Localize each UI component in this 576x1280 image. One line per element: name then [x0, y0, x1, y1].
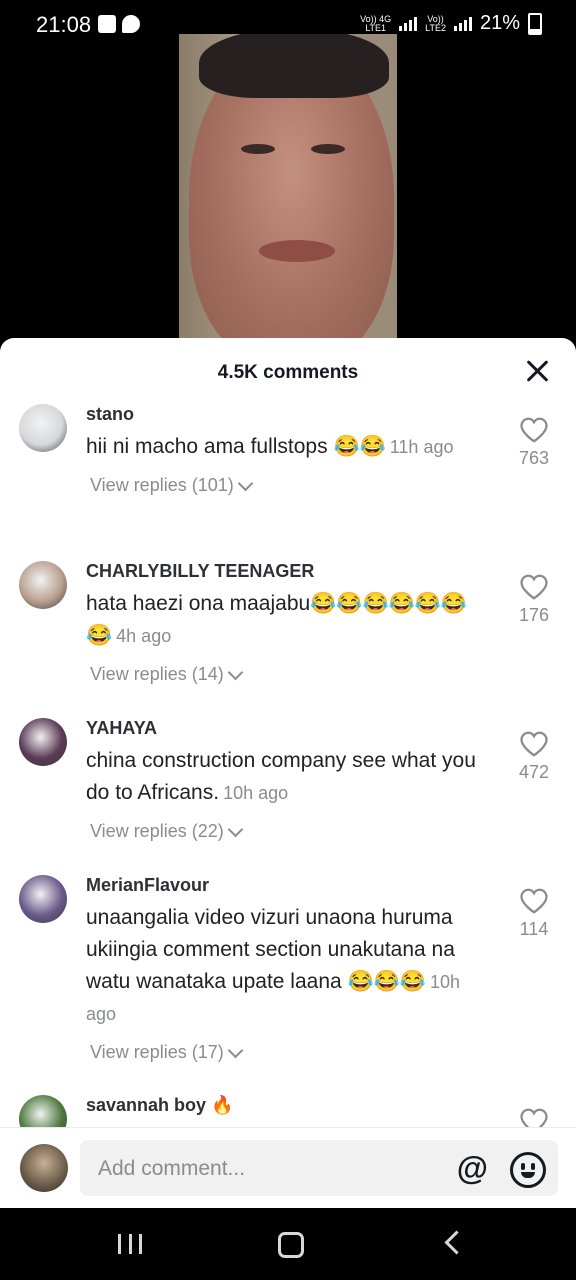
like-button[interactable]: 763	[514, 416, 554, 469]
like-count: 176	[518, 605, 550, 625]
avatar[interactable]	[19, 404, 67, 452]
comment-username[interactable]: MerianFlavour	[86, 875, 486, 896]
chevron-down-icon	[237, 475, 254, 491]
comment-username[interactable]: stano	[86, 404, 486, 425]
avatar[interactable]	[19, 875, 67, 923]
signal-icon	[399, 16, 418, 31]
like-button[interactable]: 176	[514, 573, 554, 626]
comment-text: china construction company see what you …	[86, 749, 476, 804]
comment-item[interactable]: CHARLYBILLY TEENAGER hata haezi ona maaja…	[0, 555, 576, 712]
signal-icon	[453, 16, 472, 31]
system-nav-bar	[0, 1208, 576, 1280]
comments-count-title: 4.5K comments	[217, 362, 359, 383]
comment-item[interactable]: YAHAYA china construction company see wha…	[0, 712, 576, 869]
gallery-notification-icon	[98, 15, 116, 33]
comment-timestamp: 4h ago	[116, 626, 172, 646]
comment-timestamp: 11h ago	[389, 437, 454, 457]
heart-icon	[520, 1108, 548, 1128]
comment-input[interactable]	[96, 1140, 440, 1198]
chevron-down-icon	[227, 664, 244, 680]
comments-sheet: 4.5K comments stano hii ni macho ama full…	[0, 338, 576, 1208]
heart-icon	[520, 888, 548, 914]
recent-apps-icon[interactable]	[118, 1234, 142, 1254]
view-replies-button[interactable]: View replies (17)	[90, 1042, 486, 1063]
like-count: 763	[518, 448, 550, 468]
close-icon[interactable]	[524, 358, 550, 384]
avatar[interactable]	[19, 718, 67, 766]
comment-input-bar: @	[0, 1127, 576, 1209]
like-button[interactable]: 114	[514, 887, 554, 940]
heart-icon	[520, 417, 548, 443]
comment-item[interactable]: savannah boy 🔥huyu hata awezi ona uzima …	[0, 1089, 576, 1128]
view-replies-button[interactable]: View replies (101)	[90, 475, 486, 496]
sim1-network-label: Vo)) 4G LTE1	[360, 13, 392, 33]
like-count: 114	[519, 919, 549, 939]
comments-list[interactable]: stano hii ni macho ama fullstops 😂😂 11h ag…	[0, 398, 576, 1128]
comment-field[interactable]: @	[80, 1140, 558, 1198]
comment-username[interactable]: YAHAYA	[86, 718, 486, 739]
view-replies-button[interactable]: View replies (22)	[90, 821, 486, 842]
video-preview[interactable]	[179, 34, 397, 338]
messenger-notification-icon	[122, 15, 140, 33]
heart-icon	[520, 731, 548, 757]
avatar[interactable]	[19, 1095, 67, 1128]
mention-icon[interactable]: @	[457, 1150, 488, 1187]
like-button[interactable]: 36	[514, 1107, 554, 1128]
back-icon[interactable]	[444, 1230, 469, 1255]
comment-emoji: 😂😂	[333, 435, 386, 458]
battery-percent: 21%	[479, 12, 520, 34]
like-button[interactable]: 472	[514, 730, 554, 783]
avatar[interactable]	[19, 561, 67, 609]
battery-icon	[528, 12, 542, 35]
comment-text: unaangalia video vizuri unaona huruma uk…	[86, 906, 461, 1024]
like-count: 472	[518, 762, 550, 782]
comment-text: hii ni macho ama fullstops 😂😂 11h ago	[86, 435, 454, 458]
comment-item[interactable]: stano hii ni macho ama fullstops 😂😂 11h ag…	[0, 398, 576, 555]
view-replies-button[interactable]: View replies (14)	[90, 664, 486, 685]
sim2-network-label: Vo)) LTE2	[425, 13, 446, 33]
comment-username[interactable]: savannah boy 🔥	[86, 1095, 486, 1116]
chevron-down-icon	[227, 821, 244, 837]
comment-emoji: 😂😂😂	[347, 970, 426, 993]
status-time: 21:08	[36, 12, 92, 37]
comment-text: hata haezi ona maajabu😂😂😂😂😂😂😂 4h ago	[86, 592, 468, 647]
comment-timestamp: 10h ago	[223, 783, 289, 803]
comment-item[interactable]: MerianFlavour unaangalia video vizuri una…	[0, 869, 576, 1089]
comment-username[interactable]: CHARLYBILLY TEENAGER	[86, 561, 486, 582]
avatar	[20, 1144, 68, 1192]
heart-icon	[520, 574, 548, 600]
chevron-down-icon	[227, 1042, 244, 1058]
home-icon[interactable]	[278, 1232, 304, 1258]
emoji-icon[interactable]	[510, 1152, 546, 1188]
